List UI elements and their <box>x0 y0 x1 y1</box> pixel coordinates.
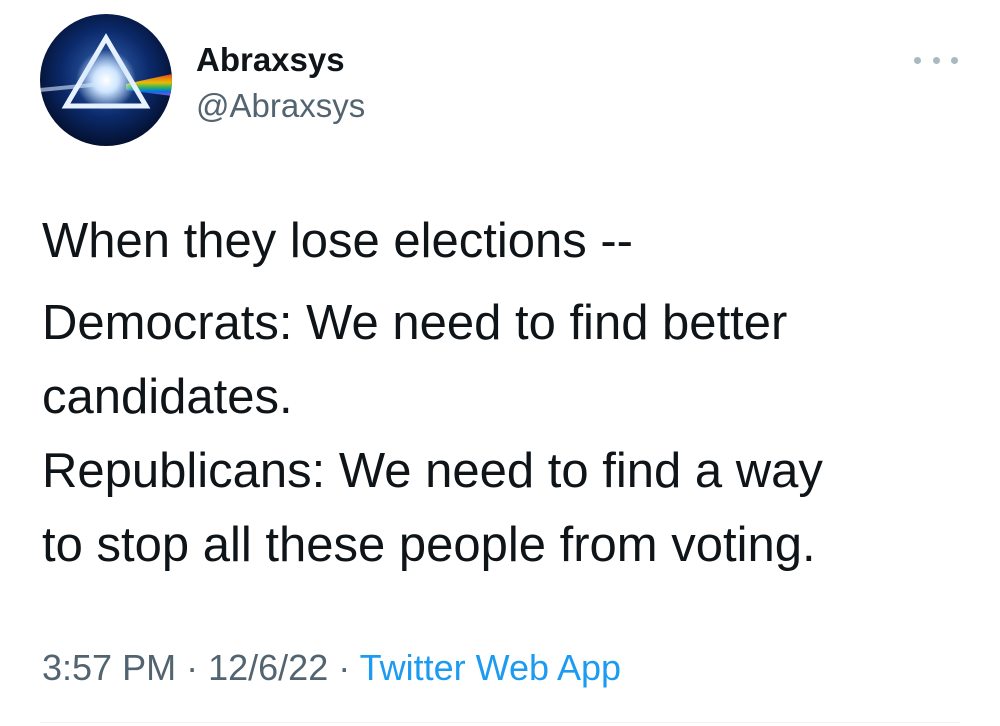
more-options-icon[interactable] <box>914 50 958 70</box>
author-display-name[interactable]: Abraxsys <box>196 40 345 80</box>
tweet-time[interactable]: 3:57 PM <box>42 647 176 688</box>
tweet-date[interactable]: 12/6/22 <box>208 647 328 688</box>
tweet-line: Democrats: We need to find better candida… <box>42 296 788 424</box>
tweet-meta: 3:57 PM · 12/6/22 · Twitter Web App <box>42 646 621 690</box>
tweet-source-link[interactable]: Twitter Web App <box>360 647 621 688</box>
menu-dot <box>914 56 921 64</box>
divider <box>40 722 960 723</box>
tweet-line: When they lose elections -- <box>42 214 633 268</box>
meta-separator: · <box>186 647 199 688</box>
menu-dot <box>951 56 958 64</box>
meta-separator: · <box>338 647 351 688</box>
author-handle[interactable]: @Abraxsys <box>196 86 365 126</box>
tweet-text: When they lose elections -- Democrats: W… <box>42 204 972 582</box>
tweet-line: Republicans: We need to find a way to sto… <box>42 444 823 572</box>
menu-dot <box>932 56 940 64</box>
prism-triangle-icon <box>40 14 172 146</box>
avatar[interactable] <box>40 14 172 146</box>
